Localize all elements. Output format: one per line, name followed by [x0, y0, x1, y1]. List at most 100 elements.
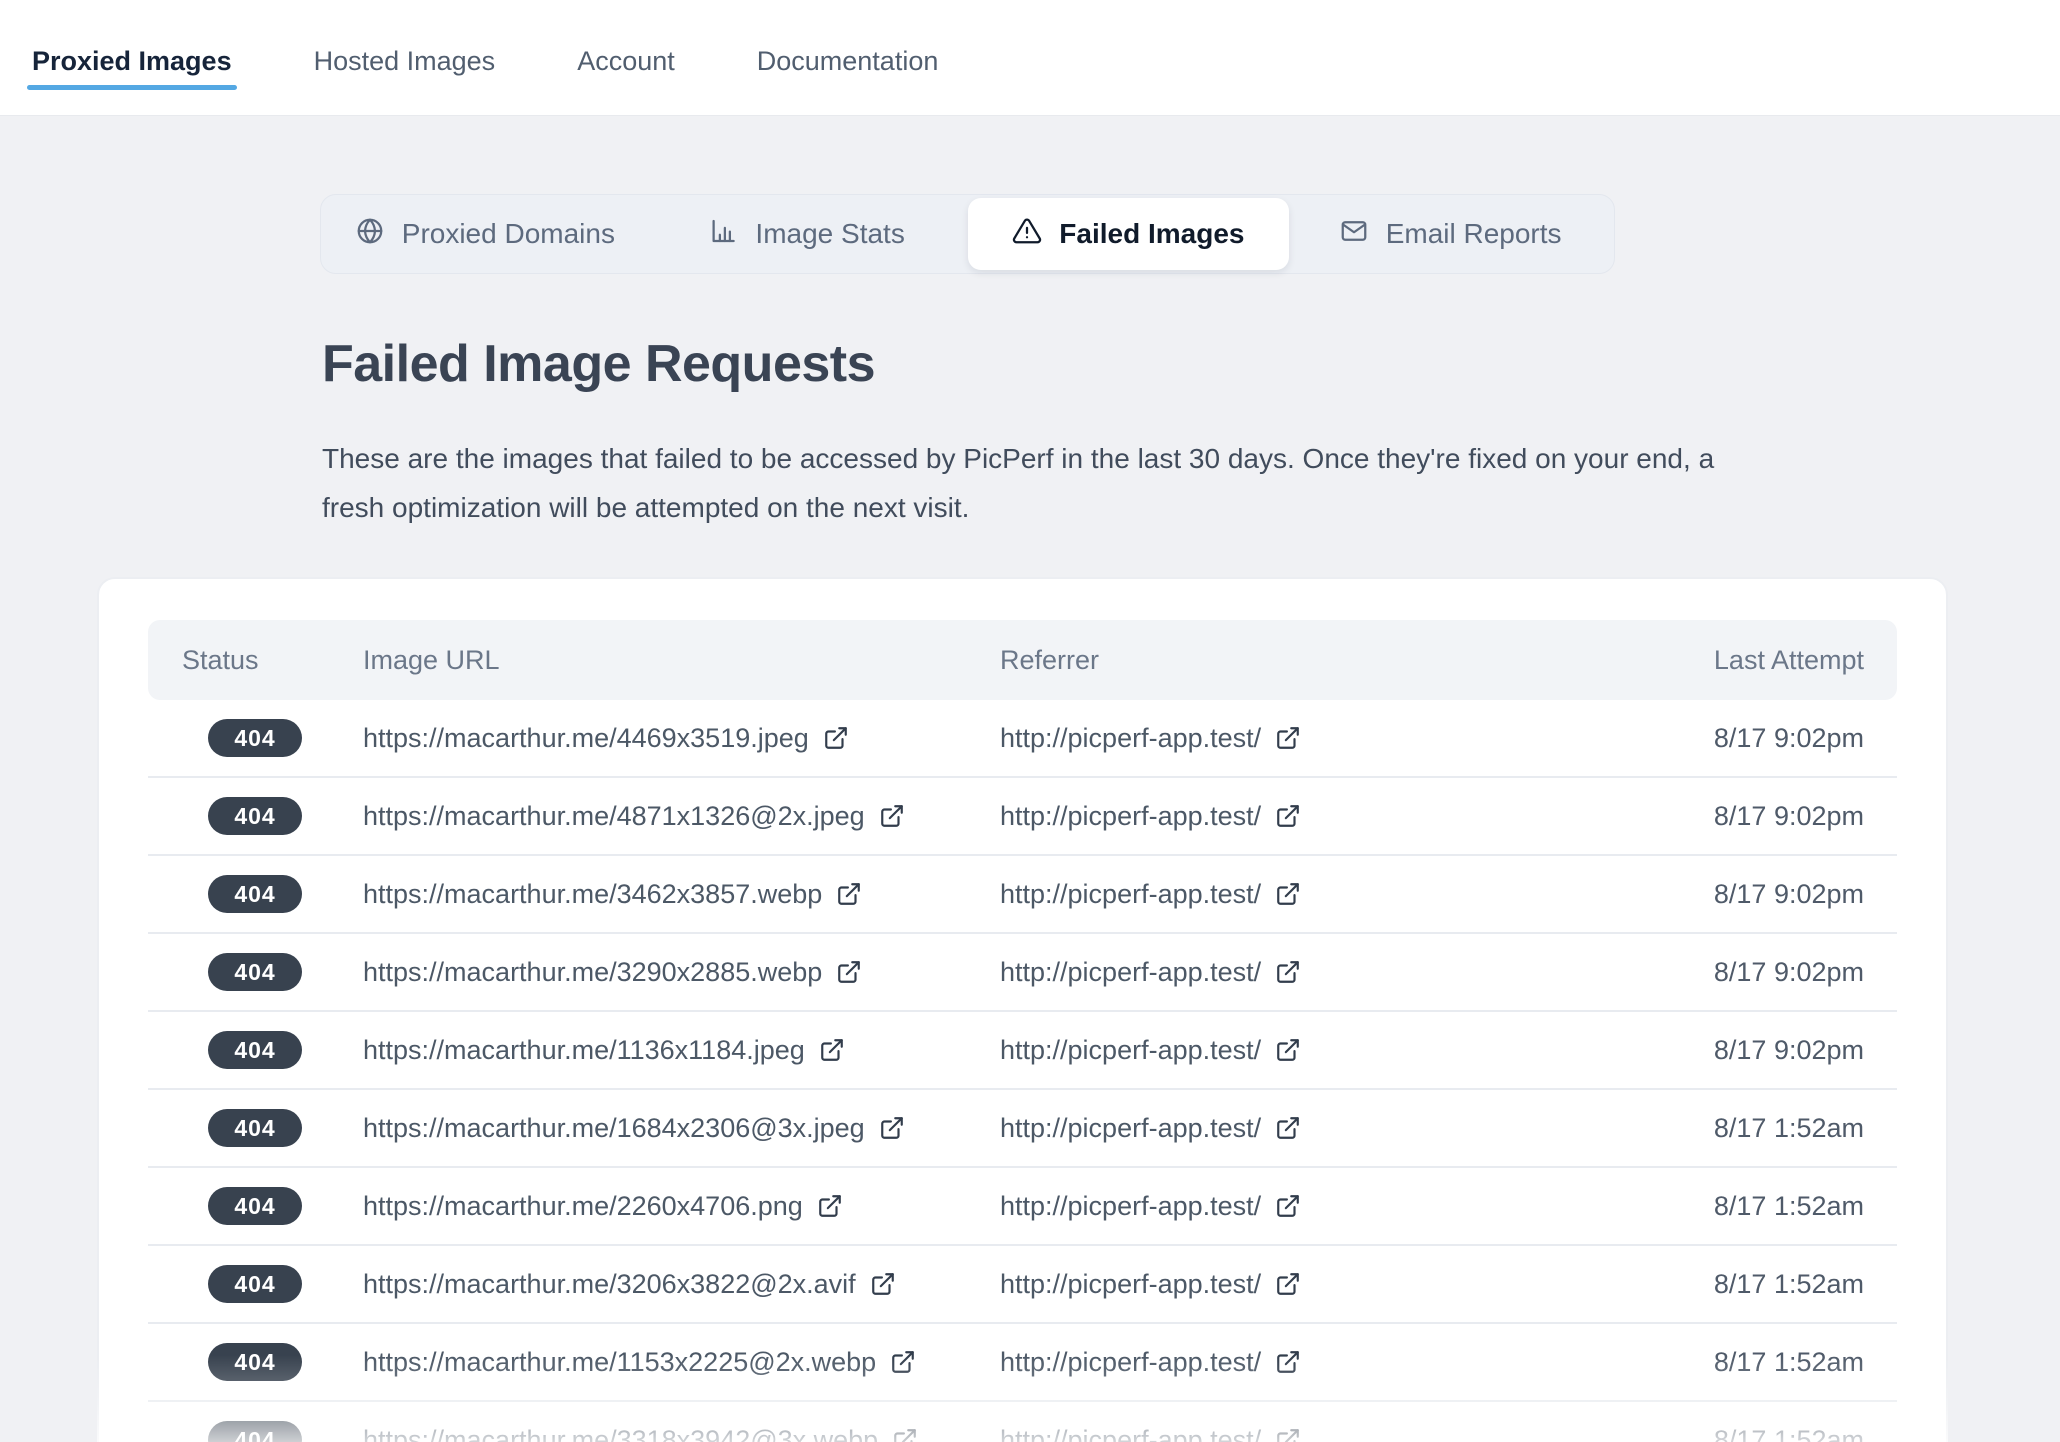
mail-icon: [1339, 216, 1369, 253]
alert-triangle-icon: [1012, 216, 1042, 253]
last-attempt: 8/17 1:52am: [1714, 1425, 1864, 1442]
page-title: Failed Image Requests: [322, 334, 2060, 394]
table-row: 404 https://macarthur.me/4469x3519.jpeg …: [148, 700, 1897, 778]
status-cell: 404: [182, 953, 363, 991]
external-link-icon[interactable]: [1275, 725, 1301, 751]
referrer-cell: http://picperf-app.test/: [1000, 723, 1714, 754]
image-url-cell: https://macarthur.me/1153x2225@2x.webp: [363, 1347, 1000, 1378]
external-link-icon[interactable]: [870, 1271, 896, 1297]
tab-image-stats[interactable]: Image Stats: [646, 198, 968, 270]
referrer-link[interactable]: http://picperf-app.test/: [1000, 801, 1261, 832]
referrer-link[interactable]: http://picperf-app.test/: [1000, 723, 1261, 754]
status-badge: 404: [208, 1265, 302, 1303]
referrer-link[interactable]: http://picperf-app.test/: [1000, 1191, 1261, 1222]
external-link-icon[interactable]: [1275, 1271, 1301, 1297]
last-attempt: 8/17 9:02pm: [1714, 957, 1864, 988]
image-url-link[interactable]: https://macarthur.me/2260x4706.png: [363, 1191, 803, 1222]
referrer-link[interactable]: http://picperf-app.test/: [1000, 879, 1261, 910]
tab-label: Proxied Domains: [402, 218, 615, 250]
tab-proxied-domains[interactable]: Proxied Domains: [324, 198, 646, 270]
column-header-referrer: Referrer: [1000, 645, 1714, 676]
image-url-link[interactable]: https://macarthur.me/3318x3942@3x.webp: [363, 1425, 878, 1442]
referrer-link[interactable]: http://picperf-app.test/: [1000, 957, 1261, 988]
referrer-link[interactable]: http://picperf-app.test/: [1000, 1425, 1261, 1442]
image-url-cell: https://macarthur.me/1136x1184.jpeg: [363, 1035, 1000, 1066]
status-badge: 404: [208, 1421, 302, 1442]
status-cell: 404: [182, 1187, 363, 1225]
referrer-link[interactable]: http://picperf-app.test/: [1000, 1347, 1261, 1378]
referrer-cell: http://picperf-app.test/: [1000, 957, 1714, 988]
column-header-status: Status: [182, 645, 363, 676]
globe-icon: [355, 216, 385, 253]
external-link-icon[interactable]: [1275, 1193, 1301, 1219]
last-attempt: 8/17 9:02pm: [1714, 1035, 1864, 1066]
status-badge: 404: [208, 719, 302, 757]
table-body: 404 https://macarthur.me/4469x3519.jpeg …: [148, 700, 1897, 1442]
external-link-icon[interactable]: [823, 725, 849, 751]
last-attempt: 8/17 9:02pm: [1714, 801, 1864, 832]
external-link-icon[interactable]: [892, 1427, 918, 1442]
image-url-link[interactable]: https://macarthur.me/1136x1184.jpeg: [363, 1035, 805, 1066]
external-link-icon[interactable]: [879, 1115, 905, 1141]
image-url-link[interactable]: https://macarthur.me/3290x2885.webp: [363, 957, 822, 988]
nav-item-proxied-images[interactable]: Proxied Images: [32, 26, 232, 75]
column-header-last-attempt: Last Attempt: [1714, 645, 1864, 676]
image-url-cell: https://macarthur.me/2260x4706.png: [363, 1191, 1000, 1222]
status-cell: 404: [182, 719, 363, 757]
image-url-link[interactable]: https://macarthur.me/1684x2306@3x.jpeg: [363, 1113, 865, 1144]
external-link-icon[interactable]: [836, 881, 862, 907]
referrer-cell: http://picperf-app.test/: [1000, 879, 1714, 910]
image-url-link[interactable]: https://macarthur.me/4871x1326@2x.jpeg: [363, 801, 865, 832]
status-badge: 404: [208, 797, 302, 835]
image-url-cell: https://macarthur.me/3462x3857.webp: [363, 879, 1000, 910]
tab-label: Email Reports: [1386, 218, 1562, 250]
referrer-link[interactable]: http://picperf-app.test/: [1000, 1035, 1261, 1066]
external-link-icon[interactable]: [1275, 1427, 1301, 1442]
table-row: 404 https://macarthur.me/3206x3822@2x.av…: [148, 1246, 1897, 1324]
external-link-icon[interactable]: [1275, 959, 1301, 985]
external-link-icon[interactable]: [890, 1349, 916, 1375]
table-header: Status Image URL Referrer Last Attempt: [148, 620, 1897, 700]
status-badge: 404: [208, 1109, 302, 1147]
image-url-link[interactable]: https://macarthur.me/3206x3822@2x.avif: [363, 1269, 856, 1300]
external-link-icon[interactable]: [1275, 1115, 1301, 1141]
status-badge: 404: [208, 1343, 302, 1381]
status-badge: 404: [208, 875, 302, 913]
tab-email-reports[interactable]: Email Reports: [1289, 198, 1611, 270]
nav-item-account[interactable]: Account: [577, 26, 675, 75]
table-row: 404 https://macarthur.me/4871x1326@2x.jp…: [148, 778, 1897, 856]
status-cell: 404: [182, 1343, 363, 1381]
image-url-link[interactable]: https://macarthur.me/1153x2225@2x.webp: [363, 1347, 876, 1378]
tab-label: Failed Images: [1059, 218, 1244, 250]
external-link-icon[interactable]: [817, 1193, 843, 1219]
image-url-link[interactable]: https://macarthur.me/4469x3519.jpeg: [363, 723, 809, 754]
external-link-icon[interactable]: [1275, 1037, 1301, 1063]
image-url-link[interactable]: https://macarthur.me/3462x3857.webp: [363, 879, 822, 910]
tab-failed-images[interactable]: Failed Images: [968, 198, 1290, 270]
external-link-icon[interactable]: [836, 959, 862, 985]
referrer-cell: http://picperf-app.test/: [1000, 1425, 1714, 1442]
image-url-cell: https://macarthur.me/3206x3822@2x.avif: [363, 1269, 1000, 1300]
table-row: 404 https://macarthur.me/3462x3857.webp …: [148, 856, 1897, 934]
referrer-cell: http://picperf-app.test/: [1000, 1269, 1714, 1300]
referrer-link[interactable]: http://picperf-app.test/: [1000, 1269, 1261, 1300]
external-link-icon[interactable]: [879, 803, 905, 829]
external-link-icon[interactable]: [819, 1037, 845, 1063]
referrer-cell: http://picperf-app.test/: [1000, 1113, 1714, 1144]
nav-item-hosted-images[interactable]: Hosted Images: [314, 26, 496, 75]
status-cell: 404: [182, 1421, 363, 1442]
status-cell: 404: [182, 1109, 363, 1147]
status-badge: 404: [208, 953, 302, 991]
table-row: 404 https://macarthur.me/3318x3942@3x.we…: [148, 1402, 1897, 1442]
table-row: 404 https://macarthur.me/3290x2885.webp …: [148, 934, 1897, 1012]
column-header-image-url: Image URL: [363, 645, 1000, 676]
table-row: 404 https://macarthur.me/1136x1184.jpeg …: [148, 1012, 1897, 1090]
referrer-cell: http://picperf-app.test/: [1000, 1347, 1714, 1378]
main-content: Proxied Domains Image Stats: [0, 194, 2060, 1442]
external-link-icon[interactable]: [1275, 881, 1301, 907]
status-badge: 404: [208, 1187, 302, 1225]
external-link-icon[interactable]: [1275, 803, 1301, 829]
external-link-icon[interactable]: [1275, 1349, 1301, 1375]
referrer-link[interactable]: http://picperf-app.test/: [1000, 1113, 1261, 1144]
nav-item-documentation[interactable]: Documentation: [757, 26, 939, 75]
